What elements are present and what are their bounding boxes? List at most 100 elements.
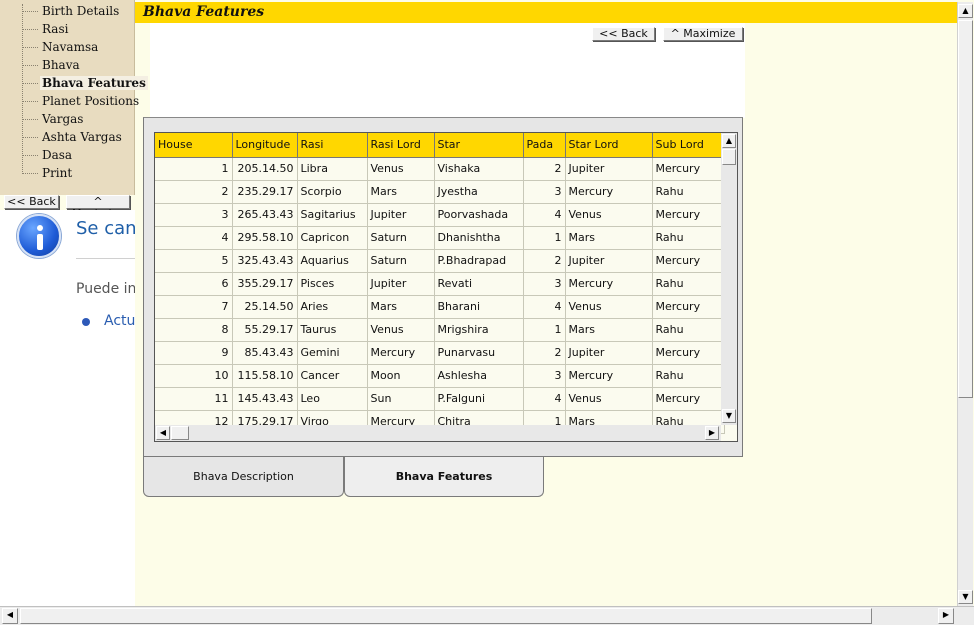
cell-star-lord: Jupiter xyxy=(565,157,653,181)
tree-maximize-button[interactable]: ^ Maximize xyxy=(66,195,130,220)
arrow-left-icon[interactable]: ◀ xyxy=(156,426,170,440)
bhava-features-grid: House Longitude Rasi Rasi Lord Star Pada… xyxy=(154,132,738,442)
arrow-down-icon[interactable]: ▼ xyxy=(722,409,736,423)
cell-house: 2 xyxy=(155,180,233,204)
table-row[interactable]: 7 25.14.50 Aries Mars Bharani 4 Venus Mercury xyxy=(155,295,725,319)
grid-horizontal-scrollbar[interactable]: ◀ ▶ xyxy=(155,425,721,441)
cell-rasi-lord: Venus xyxy=(367,318,435,342)
page-horizontal-scrollbar[interactable]: ◀ ▶ xyxy=(0,606,974,625)
cell-pada: 3 xyxy=(523,272,566,296)
tree-item-vargas[interactable]: Vargas xyxy=(0,110,148,128)
table-row[interactable]: 4 295.58.10 Capricon Saturn Dhanishtha 1 Mars R… xyxy=(155,226,725,250)
tree-item-ashta-vargas[interactable]: Ashta Vargas xyxy=(0,128,148,146)
table-row[interactable]: 1 205.14.50 Libra Venus Vishaka 2 Jupiter Mercu… xyxy=(155,157,725,181)
cell-star: Bharani xyxy=(434,295,524,319)
cell-star: P.Falguni xyxy=(434,387,524,411)
cell-rasi: Aries xyxy=(297,295,368,319)
cell-rasi: Taurus xyxy=(297,318,368,342)
tree-item-rasi[interactable]: Rasi xyxy=(0,20,148,38)
table-row[interactable]: 10 115.58.10 Cancer Moon Ashlesha 3 Mercury Rah… xyxy=(155,364,725,388)
cell-star: Dhanishtha xyxy=(434,226,524,250)
scroll-thumb[interactable] xyxy=(958,20,973,398)
cell-pada: 4 xyxy=(523,387,566,411)
column-header-star-lord[interactable]: Star Lord xyxy=(565,133,653,158)
arrow-left-icon[interactable]: ◀ xyxy=(2,608,18,624)
column-header-sub-lord[interactable]: Sub Lord xyxy=(652,133,725,158)
cell-pada: 3 xyxy=(523,364,566,388)
cell-star-lord: Mars xyxy=(565,226,653,250)
cell-star: Poorvashada xyxy=(434,203,524,227)
arrow-right-icon[interactable]: ▶ xyxy=(705,426,719,440)
cell-star-lord: Venus xyxy=(565,295,653,319)
column-header-house[interactable]: House xyxy=(155,133,233,158)
table-row[interactable]: 3 265.43.43 Sagitarius Jupiter Poorvashada 4 V… xyxy=(155,203,725,227)
error-title: Se can xyxy=(76,218,135,239)
arrow-right-icon[interactable]: ▶ xyxy=(938,608,954,624)
table-row[interactable]: 6 355.29.17 Pisces Jupiter Revati 3 Mercury Rah… xyxy=(155,272,725,296)
arrow-up-icon[interactable]: ▲ xyxy=(958,4,973,18)
cell-longitude: 145.43.43 xyxy=(232,387,298,411)
tree-item-label: Rasi xyxy=(42,22,69,36)
cell-longitude: 25.14.50 xyxy=(232,295,298,319)
column-header-rasi-lord[interactable]: Rasi Lord xyxy=(367,133,435,158)
table-row[interactable]: 9 85.43.43 Gemini Mercury Punarvasu 2 Jupiter M… xyxy=(155,341,725,365)
arrow-down-icon[interactable]: ▼ xyxy=(958,590,973,604)
scroll-thumb[interactable] xyxy=(171,426,189,440)
column-header-pada[interactable]: Pada xyxy=(523,133,566,158)
table-row[interactable]: 2 235.29.17 Scorpio Mars Jyestha 3 Mercury Rahu xyxy=(155,180,725,204)
tree-item-dasa[interactable]: Dasa xyxy=(0,146,148,164)
cell-house: 9 xyxy=(155,341,233,365)
content-top-area xyxy=(150,23,745,118)
cell-pada: 1 xyxy=(523,226,566,250)
cell-rasi-lord: Jupiter xyxy=(367,203,435,227)
scroll-thumb[interactable] xyxy=(722,149,736,165)
tree-back-button[interactable]: << Back xyxy=(4,195,59,209)
cell-rasi-lord: Mars xyxy=(367,180,435,204)
cell-rasi-lord: Jupiter xyxy=(367,272,435,296)
bhava-table: House Longitude Rasi Rasi Lord Star Pada… xyxy=(155,133,725,434)
tree-item-planet-positions[interactable]: Planet Positions xyxy=(0,92,148,110)
page-title: Bhava Features xyxy=(135,2,957,23)
cell-sub-lord: Rahu xyxy=(652,364,725,388)
tree-item-bhava-features[interactable]: Bhava Features xyxy=(0,74,148,92)
tree-item-print[interactable]: Print xyxy=(0,164,148,182)
cell-sub-lord: Rahu xyxy=(652,180,725,204)
tab-bhava-description[interactable]: Bhava Description xyxy=(143,457,344,497)
page-vertical-scrollbar[interactable]: ▲ ▼ xyxy=(957,2,973,606)
grid-vertical-scrollbar[interactable]: ▲ ▼ xyxy=(721,133,737,425)
cell-house: 1 xyxy=(155,157,233,181)
table-row[interactable]: 11 145.43.43 Leo Sun P.Falguni 4 Venus Mercury xyxy=(155,387,725,411)
table-row[interactable]: 8 55.29.17 Taurus Venus Mrigshira 1 Mars Rahu xyxy=(155,318,725,342)
tree-item-label: Navamsa xyxy=(42,40,99,54)
tree-item-navamsa[interactable]: Navamsa xyxy=(0,38,148,56)
column-header-star[interactable]: Star xyxy=(434,133,524,158)
cell-star: Punarvasu xyxy=(434,341,524,365)
cell-rasi: Gemini xyxy=(297,341,368,365)
cell-house: 4 xyxy=(155,226,233,250)
tree-item-bhava[interactable]: Bhava xyxy=(0,56,148,74)
table-row[interactable]: 5 325.43.43 Aquarius Saturn P.Bhadrapad 2 Jupi… xyxy=(155,249,725,273)
cell-house: 6 xyxy=(155,272,233,296)
cell-pada: 1 xyxy=(523,318,566,342)
tab-bhava-features[interactable]: Bhava Features xyxy=(344,457,544,497)
scroll-thumb[interactable] xyxy=(20,608,872,624)
cell-longitude: 85.43.43 xyxy=(232,341,298,365)
tree-item-birth-details[interactable]: Birth Details xyxy=(0,2,148,20)
cell-rasi-lord: Sun xyxy=(367,387,435,411)
arrow-up-icon[interactable]: ▲ xyxy=(722,134,736,148)
cell-sub-lord: Mercury xyxy=(652,295,725,319)
cell-pada: 3 xyxy=(523,180,566,204)
column-header-rasi[interactable]: Rasi xyxy=(297,133,368,158)
cell-pada: 2 xyxy=(523,157,566,181)
cell-longitude: 205.14.50 xyxy=(232,157,298,181)
cell-sub-lord: Rahu xyxy=(652,318,725,342)
maximize-button[interactable]: ^ Maximize xyxy=(663,27,743,41)
cell-rasi-lord: Moon xyxy=(367,364,435,388)
tree-item-label: Planet Positions xyxy=(42,94,140,108)
cell-house: 8 xyxy=(155,318,233,342)
cell-star-lord: Mercury xyxy=(565,180,653,204)
error-link[interactable]: Actu xyxy=(104,313,135,329)
column-header-longitude[interactable]: Longitude xyxy=(232,133,298,158)
back-button[interactable]: << Back xyxy=(592,27,655,41)
table-body: 1 205.14.50 Libra Venus Vishaka 2 Jupiter Mercu… xyxy=(155,157,725,434)
